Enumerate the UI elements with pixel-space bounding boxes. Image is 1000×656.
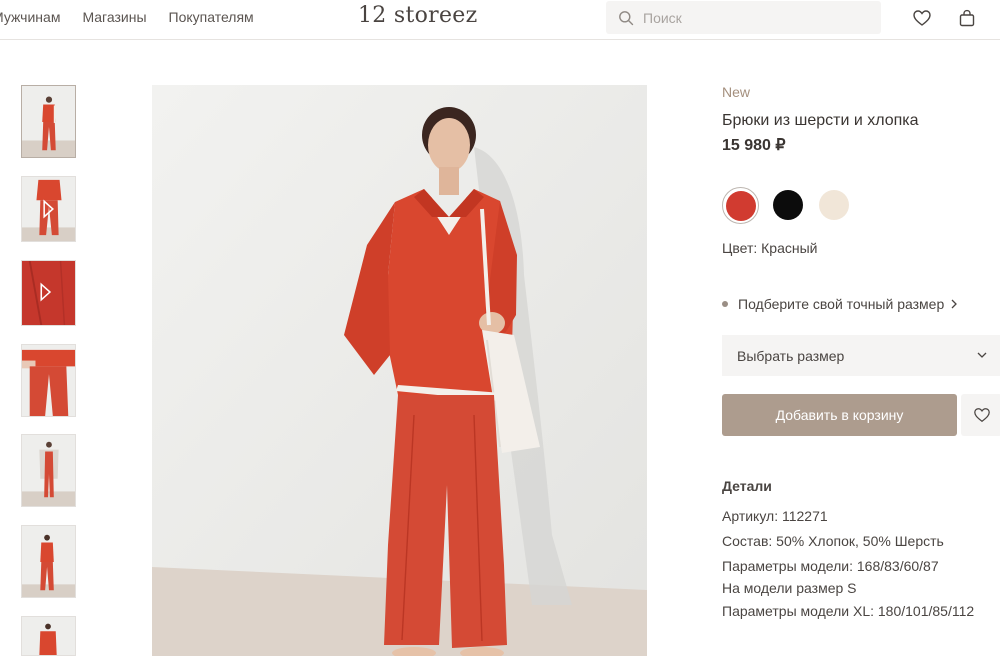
color-swatch-cream[interactable] — [819, 190, 849, 220]
size-select-label: Выбрать размер — [737, 347, 845, 364]
color-swatch-black[interactable] — [773, 190, 803, 220]
bullet-dot — [722, 301, 728, 307]
thumbnail-4[interactable] — [21, 344, 76, 417]
add-to-cart-button[interactable]: Добавить в корзину — [722, 394, 957, 436]
nav-link-stores[interactable]: Магазины — [82, 9, 146, 25]
search-icon — [619, 10, 634, 25]
details-heading: Детали — [722, 478, 772, 494]
product-title: Брюки из шерсти и хлопка — [722, 112, 919, 129]
product-price: 15 980 ₽ — [722, 137, 786, 154]
thumbnail-3-video[interactable] — [21, 260, 76, 326]
site-header: Мужчинам Магазины Покупателям 12 storeez — [0, 0, 1000, 40]
main-nav: Мужчинам Магазины Покупателям — [0, 9, 254, 25]
thumbnail-1[interactable] — [21, 85, 76, 158]
detail-model-params-xl: Параметры модели XL: 180/101/85/112 — [722, 603, 975, 619]
thumbnail-7[interactable] — [21, 616, 76, 656]
detail-model-size: На модели размер S — [722, 580, 857, 596]
site-logo[interactable]: 12 storeez — [358, 3, 478, 28]
search-input[interactable] — [643, 9, 863, 26]
new-badge: New — [722, 84, 751, 100]
detail-model-params: Параметры модели: 168/83/60/87 — [722, 558, 939, 574]
selected-color-label: Цвет: Красный — [722, 240, 818, 256]
bag-icon[interactable] — [957, 8, 977, 28]
detail-article: Артикул: 112271 — [722, 508, 828, 524]
nav-link-men[interactable]: Мужчинам — [0, 9, 60, 25]
chevron-right-icon — [951, 299, 958, 309]
nav-link-customers[interactable]: Покупателям — [169, 9, 254, 25]
size-guide-link[interactable]: Подберите свой точный размер — [722, 296, 959, 312]
add-to-favorites-button[interactable] — [961, 394, 1000, 436]
chevron-down-icon — [977, 352, 987, 358]
size-select-dropdown[interactable]: Выбрать размер — [722, 335, 1000, 376]
product-main-image[interactable] — [152, 85, 647, 656]
thumbnail-6[interactable] — [21, 525, 76, 598]
heart-icon — [973, 408, 990, 423]
color-swatch-red[interactable] — [726, 191, 756, 221]
thumbnail-5[interactable] — [21, 434, 76, 507]
thumbnail-2-video[interactable] — [21, 176, 76, 242]
size-guide-label: Подберите свой точный размер — [738, 296, 945, 312]
heart-icon[interactable] — [912, 8, 932, 28]
detail-composition: Состав: 50% Хлопок, 50% Шерсть — [722, 533, 944, 549]
search-box[interactable] — [606, 1, 881, 34]
